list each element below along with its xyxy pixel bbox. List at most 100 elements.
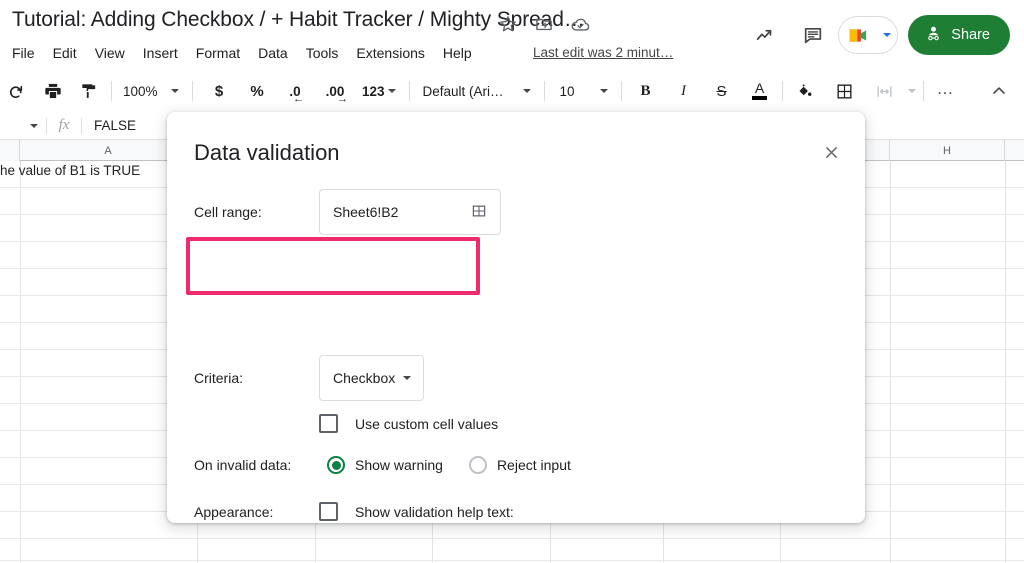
- move-to-folder-icon[interactable]: [534, 14, 554, 34]
- font-size-selector[interactable]: 10: [552, 77, 614, 105]
- google-sheets-window: A H he value of B1 is TRUE Tutorial: Add…: [0, 0, 1024, 563]
- bold-button[interactable]: B: [631, 76, 661, 106]
- comment-icon[interactable]: [792, 14, 834, 56]
- toolbar-divider: [781, 81, 783, 101]
- arrow-left-icon: ←: [293, 93, 304, 105]
- menu-item-help[interactable]: Help: [434, 43, 481, 63]
- fill-color-icon[interactable]: [790, 76, 820, 106]
- select-all-corner[interactable]: [0, 140, 20, 161]
- select-range-icon[interactable]: [470, 202, 488, 223]
- zoom-value: 100%: [123, 83, 158, 99]
- chevron-down-icon[interactable]: [30, 123, 38, 128]
- reject-input-label: Reject input: [496, 457, 571, 473]
- font-family-value: Default (Ari…: [422, 83, 504, 99]
- toolbar-divider: [111, 81, 112, 101]
- chevron-down-icon: [387, 89, 396, 93]
- chevron-down-icon[interactable]: [907, 89, 916, 93]
- menu-item-data[interactable]: Data: [249, 43, 297, 63]
- cell-range-input[interactable]: Sheet6!B2: [319, 189, 501, 235]
- arrow-right-icon: →: [337, 93, 348, 105]
- cell-a1[interactable]: he value of B1 is TRUE: [0, 163, 140, 178]
- show-validation-help-text-checkbox[interactable]: [319, 502, 338, 521]
- more-options-button[interactable]: …: [931, 76, 961, 106]
- use-custom-cell-values-row[interactable]: Use custom cell values: [319, 414, 498, 433]
- grid-row-line: [0, 560, 1024, 561]
- appearance-label: Appearance:: [194, 503, 274, 520]
- show-warning-label: Show warning: [355, 457, 443, 473]
- menu-item-extensions[interactable]: Extensions: [347, 43, 433, 63]
- on-invalid-data-row: On invalid data: Show warning Reject inp…: [194, 456, 571, 474]
- font-size-value: 10: [559, 83, 575, 99]
- share-person-icon: [924, 24, 943, 47]
- text-color-label: A: [754, 80, 765, 96]
- toolbar-divider: [543, 81, 545, 101]
- toolbar-divider: [192, 81, 193, 101]
- activity-trend-icon[interactable]: [744, 14, 786, 56]
- title-icon-group: [498, 14, 590, 34]
- share-button-label: Share: [951, 27, 990, 43]
- formula-input[interactable]: FALSE: [82, 118, 136, 133]
- merge-cells-icon[interactable]: [870, 76, 900, 106]
- zoom-selector[interactable]: 100%: [119, 77, 185, 105]
- currency-format-button[interactable]: $: [204, 76, 234, 106]
- text-color-swatch: [752, 96, 768, 100]
- toolbar-divider: [408, 81, 410, 101]
- criteria-label: Criteria:: [194, 370, 244, 386]
- menu-item-insert[interactable]: Insert: [134, 43, 187, 63]
- reject-input-radio[interactable]: [468, 456, 487, 474]
- font-family-selector[interactable]: Default (Ari…: [417, 77, 537, 105]
- star-icon[interactable]: [498, 14, 518, 34]
- column-header-h[interactable]: H: [890, 140, 1005, 161]
- dialog-title: Data validation: [194, 140, 340, 165]
- use-custom-cell-values-label: Use custom cell values: [355, 415, 499, 432]
- increase-decimal-button[interactable]: .00 →: [320, 76, 350, 106]
- grid-column-line: [1005, 161, 1006, 563]
- menu-item-edit[interactable]: Edit: [44, 43, 86, 63]
- criteria-row: Criteria: Checkbox: [194, 355, 424, 401]
- cell-range-label: Cell range:: [194, 204, 262, 220]
- paint-format-icon[interactable]: [74, 76, 104, 106]
- text-color-button[interactable]: A: [745, 76, 775, 106]
- cell-range-row: Cell range: Sheet6!B2: [194, 189, 501, 235]
- appearance-row: Appearance: Show validation help text:: [194, 502, 514, 521]
- chevron-down-icon: [599, 89, 608, 93]
- redo-icon[interactable]: [2, 76, 32, 106]
- column-header-i[interactable]: [1005, 140, 1024, 161]
- chevron-down-icon: [403, 376, 412, 380]
- toolbar-divider: [620, 81, 622, 101]
- chevron-up-icon[interactable]: [984, 76, 1014, 106]
- toolbar-divider: [922, 81, 924, 101]
- use-custom-cell-values-checkbox[interactable]: [319, 414, 338, 433]
- borders-icon[interactable]: [830, 76, 860, 106]
- google-meet-icon[interactable]: [838, 16, 899, 54]
- strikethrough-button[interactable]: S: [707, 76, 737, 106]
- menu-item-view[interactable]: View: [86, 43, 134, 63]
- percent-format-button[interactable]: %: [242, 76, 272, 106]
- italic-button[interactable]: I: [669, 76, 699, 106]
- menu-item-format[interactable]: Format: [187, 43, 249, 63]
- grid-column-line: [890, 161, 891, 563]
- chevron-down-icon[interactable]: [882, 33, 891, 37]
- menu-item-file[interactable]: File: [12, 43, 44, 63]
- chevron-down-icon: [171, 89, 179, 93]
- fx-icon: fx: [58, 117, 70, 133]
- last-edit-status[interactable]: Last edit was 2 minut…: [533, 45, 673, 60]
- name-box[interactable]: [0, 112, 46, 139]
- number-format-selector[interactable]: 123: [356, 77, 402, 105]
- reject-input-option[interactable]: Reject input: [468, 456, 571, 474]
- number-format-label: 123: [362, 83, 385, 99]
- share-button[interactable]: Share: [908, 15, 1010, 55]
- close-icon[interactable]: [817, 138, 845, 166]
- app-header: Tutorial: Adding Checkbox / + Habit Trac…: [0, 0, 1024, 70]
- show-validation-help-text-label: Show validation help text:: [355, 503, 514, 520]
- cloud-saved-icon[interactable]: [570, 14, 590, 34]
- show-warning-radio[interactable]: [327, 456, 345, 474]
- decrease-decimal-button[interactable]: .0 ←: [280, 76, 310, 106]
- data-validation-dialog: Data validation Cell range: Sheet6!B2 Cr: [167, 112, 865, 523]
- show-warning-option[interactable]: Show warning: [327, 456, 443, 474]
- criteria-dropdown[interactable]: Checkbox: [319, 355, 424, 401]
- toolbar: 100% $ % .0 ← .00 → 123 Default (Ari… 10: [0, 70, 1024, 112]
- menu-bar: File Edit View Insert Format Data Tools …: [12, 43, 481, 63]
- print-icon[interactable]: [38, 76, 68, 106]
- menu-item-tools[interactable]: Tools: [297, 43, 348, 63]
